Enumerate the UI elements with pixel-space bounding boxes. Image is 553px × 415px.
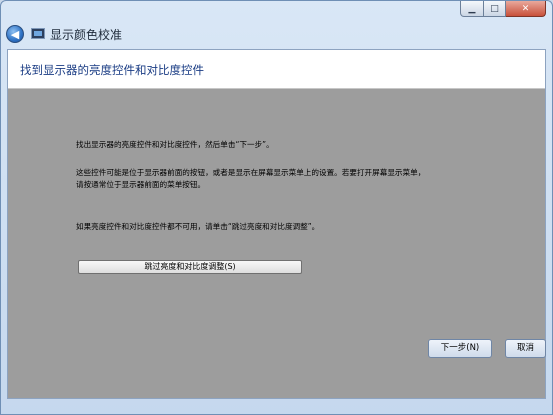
window-caption-buttons: ▁ □ ✕ [460, 1, 546, 17]
menu-button-hint-text: 请按通常位于显示器前面的菜单按钮。 [76, 180, 206, 189]
maximize-button[interactable]: □ [484, 1, 506, 17]
page-title: 找到显示器的亮度控件和对比度控件 [20, 63, 204, 77]
back-arrow-icon[interactable]: ◀ [6, 25, 24, 43]
cancel-button[interactable]: 取消 [505, 339, 546, 358]
calibration-window: ▁ □ ✕ ◀ 显示颜色校准 找到显示器的亮度控件和对比度控件 找出显示器的亮度… [0, 0, 553, 415]
page-header: 找到显示器的亮度控件和对比度控件 [8, 50, 545, 89]
next-button[interactable]: 下一步(N) [428, 339, 492, 358]
controls-description-text: 这些控件可能是位于显示器前面的按钮，或者是显示在屏幕显示菜单上的设置。若要打开屏… [76, 168, 426, 177]
close-button[interactable]: ✕ [506, 1, 546, 17]
window-title: 显示颜色校准 [50, 28, 123, 42]
skip-hint-text: 如果亮度控件和对比度控件都不可用，请单击“跳过亮度和对比度调整”。 [76, 222, 320, 231]
skip-adjustment-button[interactable]: 跳过亮度和对比度调整(S) [78, 260, 302, 274]
instruction-text: 找出显示器的亮度控件和对比度控件，然后单击“下一步”。 [76, 140, 274, 149]
minimize-button[interactable]: ▁ [460, 1, 484, 17]
display-monitor-icon [31, 28, 45, 39]
